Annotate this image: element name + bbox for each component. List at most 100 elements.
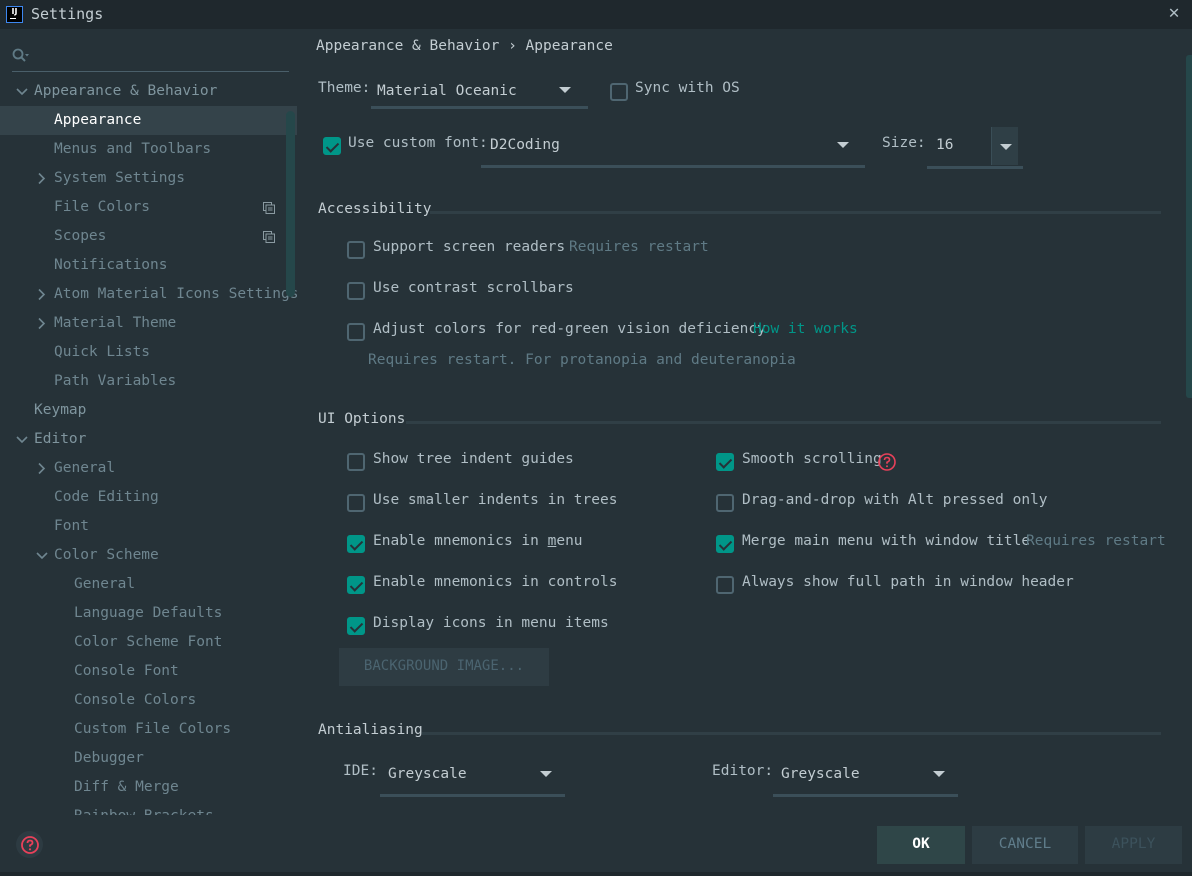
sidebar-item-quick-lists[interactable]: Quick Lists [0, 338, 297, 367]
sidebar-item-label: Diff & Merge [74, 779, 179, 795]
always-show-full-path-in-window-header-label: Always show full path in window header [742, 574, 1074, 590]
how-it-works-link[interactable]: How it works [753, 321, 858, 337]
chevron-right-icon[interactable] [35, 164, 49, 193]
sidebar-item-label: Code Editing [54, 489, 159, 505]
close-icon: ✕ [1168, 2, 1180, 23]
sidebar-item-label: Custom File Colors [74, 721, 232, 737]
chevron-right-icon[interactable] [35, 280, 49, 309]
use-custom-font-checkbox[interactable] [323, 137, 341, 155]
apply-button[interactable]: APPLY [1085, 826, 1182, 864]
ide-antialiasing-value: Greyscale [388, 766, 467, 782]
use-smaller-indents-in-trees-label: Use smaller indents in trees [373, 492, 618, 508]
smooth-scrolling-label: Smooth scrolling [742, 451, 882, 467]
ide-antialiasing-label: IDE: [343, 763, 378, 779]
sidebar-item-label: Language Defaults [74, 605, 223, 621]
breadcrumb-parent[interactable]: Appearance & Behavior [316, 38, 499, 54]
sidebar-item-label: Appearance & Behavior [34, 83, 218, 99]
enable-mnemonics-in-menu-checkbox[interactable] [347, 535, 365, 553]
sidebar-item-code-editing[interactable]: Code Editing [0, 483, 297, 512]
contrast-scrollbars-label: Use contrast scrollbars [373, 280, 574, 296]
chevron-down-icon [837, 142, 849, 148]
sidebar-item-path-variables[interactable]: Path Variables [0, 367, 297, 396]
ide-antialiasing-dropdown[interactable]: Greyscale [380, 766, 565, 797]
sidebar-item-label: Menus and Toolbars [54, 141, 212, 157]
sidebar-item-editor[interactable]: Editor [0, 425, 297, 454]
chevron-down-icon[interactable] [15, 425, 29, 454]
sidebar-item-label: Editor [34, 431, 87, 447]
accessibility-heading: Accessibility [318, 201, 432, 217]
sidebar-item-label: System Settings [54, 170, 185, 186]
sidebar-item-label: Appearance [54, 112, 142, 128]
sidebar-item-language-defaults[interactable]: Language Defaults [0, 599, 297, 628]
sidebar-item-diff-merge[interactable]: Diff & Merge [0, 773, 297, 802]
sidebar-item-appearance[interactable]: Appearance [0, 106, 297, 135]
sidebar-item-notifications[interactable]: Notifications [0, 251, 297, 280]
contrast-scrollbars-checkbox[interactable] [347, 282, 365, 300]
ok-button[interactable]: OK [877, 826, 965, 864]
display-icons-in-menu-items-checkbox[interactable] [347, 617, 365, 635]
smooth-scrolling-checkbox[interactable] [716, 453, 734, 471]
sidebar-item-label: Material Theme [54, 315, 177, 331]
sidebar-item-menus-and-toolbars[interactable]: Menus and Toolbars [0, 135, 297, 164]
settings-content: Appearance & Behavior › Appearance Theme… [297, 29, 1192, 819]
sidebar-item-atom-material-icons-settings[interactable]: Atom Material Icons Settings [0, 280, 297, 309]
red-green-deficiency-label: Adjust colors for red-green vision defic… [373, 321, 766, 337]
sidebar-item-label: Debugger [74, 750, 144, 766]
sidebar-item-console-font[interactable]: Console Font [0, 657, 297, 686]
chevron-down-icon[interactable] [35, 541, 49, 570]
background-image-button[interactable]: BACKGROUND IMAGE... [339, 648, 549, 686]
sidebar-item-label: Keymap [34, 402, 87, 418]
sidebar-item-custom-file-colors[interactable]: Custom File Colors [0, 715, 297, 744]
sidebar-item-system-settings[interactable]: System Settings [0, 164, 297, 193]
support-screen-readers-label: Support screen readers [373, 239, 566, 255]
sidebar-item-keymap[interactable]: Keymap [0, 396, 297, 425]
antialiasing-heading: Antialiasing [318, 722, 423, 738]
sidebar-item-material-theme[interactable]: Material Theme [0, 309, 297, 338]
search-field[interactable] [36, 46, 286, 68]
support-screen-readers-checkbox[interactable] [347, 241, 365, 259]
show-tree-indent-guides-label: Show tree indent guides [373, 451, 574, 467]
theme-label: Theme: [318, 80, 371, 96]
help-button[interactable] [16, 831, 43, 858]
drag-and-drop-with-alt-pressed-only-checkbox[interactable] [716, 494, 734, 512]
sidebar-item-color-scheme-font[interactable]: Color Scheme Font [0, 628, 297, 657]
sync-with-os-checkbox[interactable] [610, 83, 628, 101]
sidebar-item-color-scheme[interactable]: Color Scheme [0, 541, 297, 570]
use-smaller-indents-in-trees-checkbox[interactable] [347, 494, 365, 512]
chevron-down-icon [933, 771, 945, 777]
editor-antialiasing-dropdown[interactable]: Greyscale [773, 766, 958, 797]
font-size-dropdown-button[interactable] [991, 127, 1018, 165]
sidebar-item-debugger[interactable]: Debugger [0, 744, 297, 773]
sidebar-item-font[interactable]: Font [0, 512, 297, 541]
chevron-right-icon[interactable] [35, 454, 49, 483]
sidebar-item-console-colors[interactable]: Console Colors [0, 686, 297, 715]
sidebar-item-rainbow-brackets[interactable]: Rainbow Brackets [0, 802, 297, 815]
ui-options-heading: UI Options [318, 411, 406, 427]
sidebar-item-label: Scopes [54, 228, 107, 244]
sidebar-item-scopes[interactable]: Scopes [0, 222, 297, 251]
custom-font-dropdown[interactable]: D2Coding [481, 137, 865, 168]
sidebar-item-label: Notifications [54, 257, 168, 273]
window-bottom-edge [0, 872, 1192, 876]
search-input[interactable] [12, 43, 289, 72]
merge-main-menu-with-window-title-checkbox[interactable] [716, 535, 734, 553]
always-show-full-path-in-window-header-checkbox[interactable] [716, 576, 734, 594]
chevron-right-icon[interactable] [35, 309, 49, 338]
sidebar-item-appearance-behavior[interactable]: Appearance & Behavior [0, 77, 297, 106]
drag-and-drop-with-alt-pressed-only-label: Drag-and-drop with Alt pressed only [742, 492, 1048, 508]
close-button[interactable]: ✕ [1164, 3, 1184, 23]
red-green-deficiency-checkbox[interactable] [347, 323, 365, 341]
content-scrollbar[interactable] [1186, 55, 1192, 398]
theme-dropdown[interactable]: Material Oceanic [371, 83, 588, 109]
show-tree-indent-guides-checkbox[interactable] [347, 453, 365, 471]
sidebar-item-label: Color Scheme Font [74, 634, 223, 650]
chevron-down-icon[interactable] [15, 77, 29, 106]
sidebar-item-file-colors[interactable]: File Colors [0, 193, 297, 222]
sidebar-item-label: Color Scheme [54, 547, 159, 563]
sidebar-item-general[interactable]: General [0, 570, 297, 599]
cancel-button[interactable]: CANCEL [972, 826, 1078, 864]
sidebar-item-general[interactable]: General [0, 454, 297, 483]
enable-mnemonics-in-controls-checkbox[interactable] [347, 576, 365, 594]
help-icon[interactable] [877, 452, 897, 472]
sidebar-scrollbar[interactable] [286, 111, 295, 297]
